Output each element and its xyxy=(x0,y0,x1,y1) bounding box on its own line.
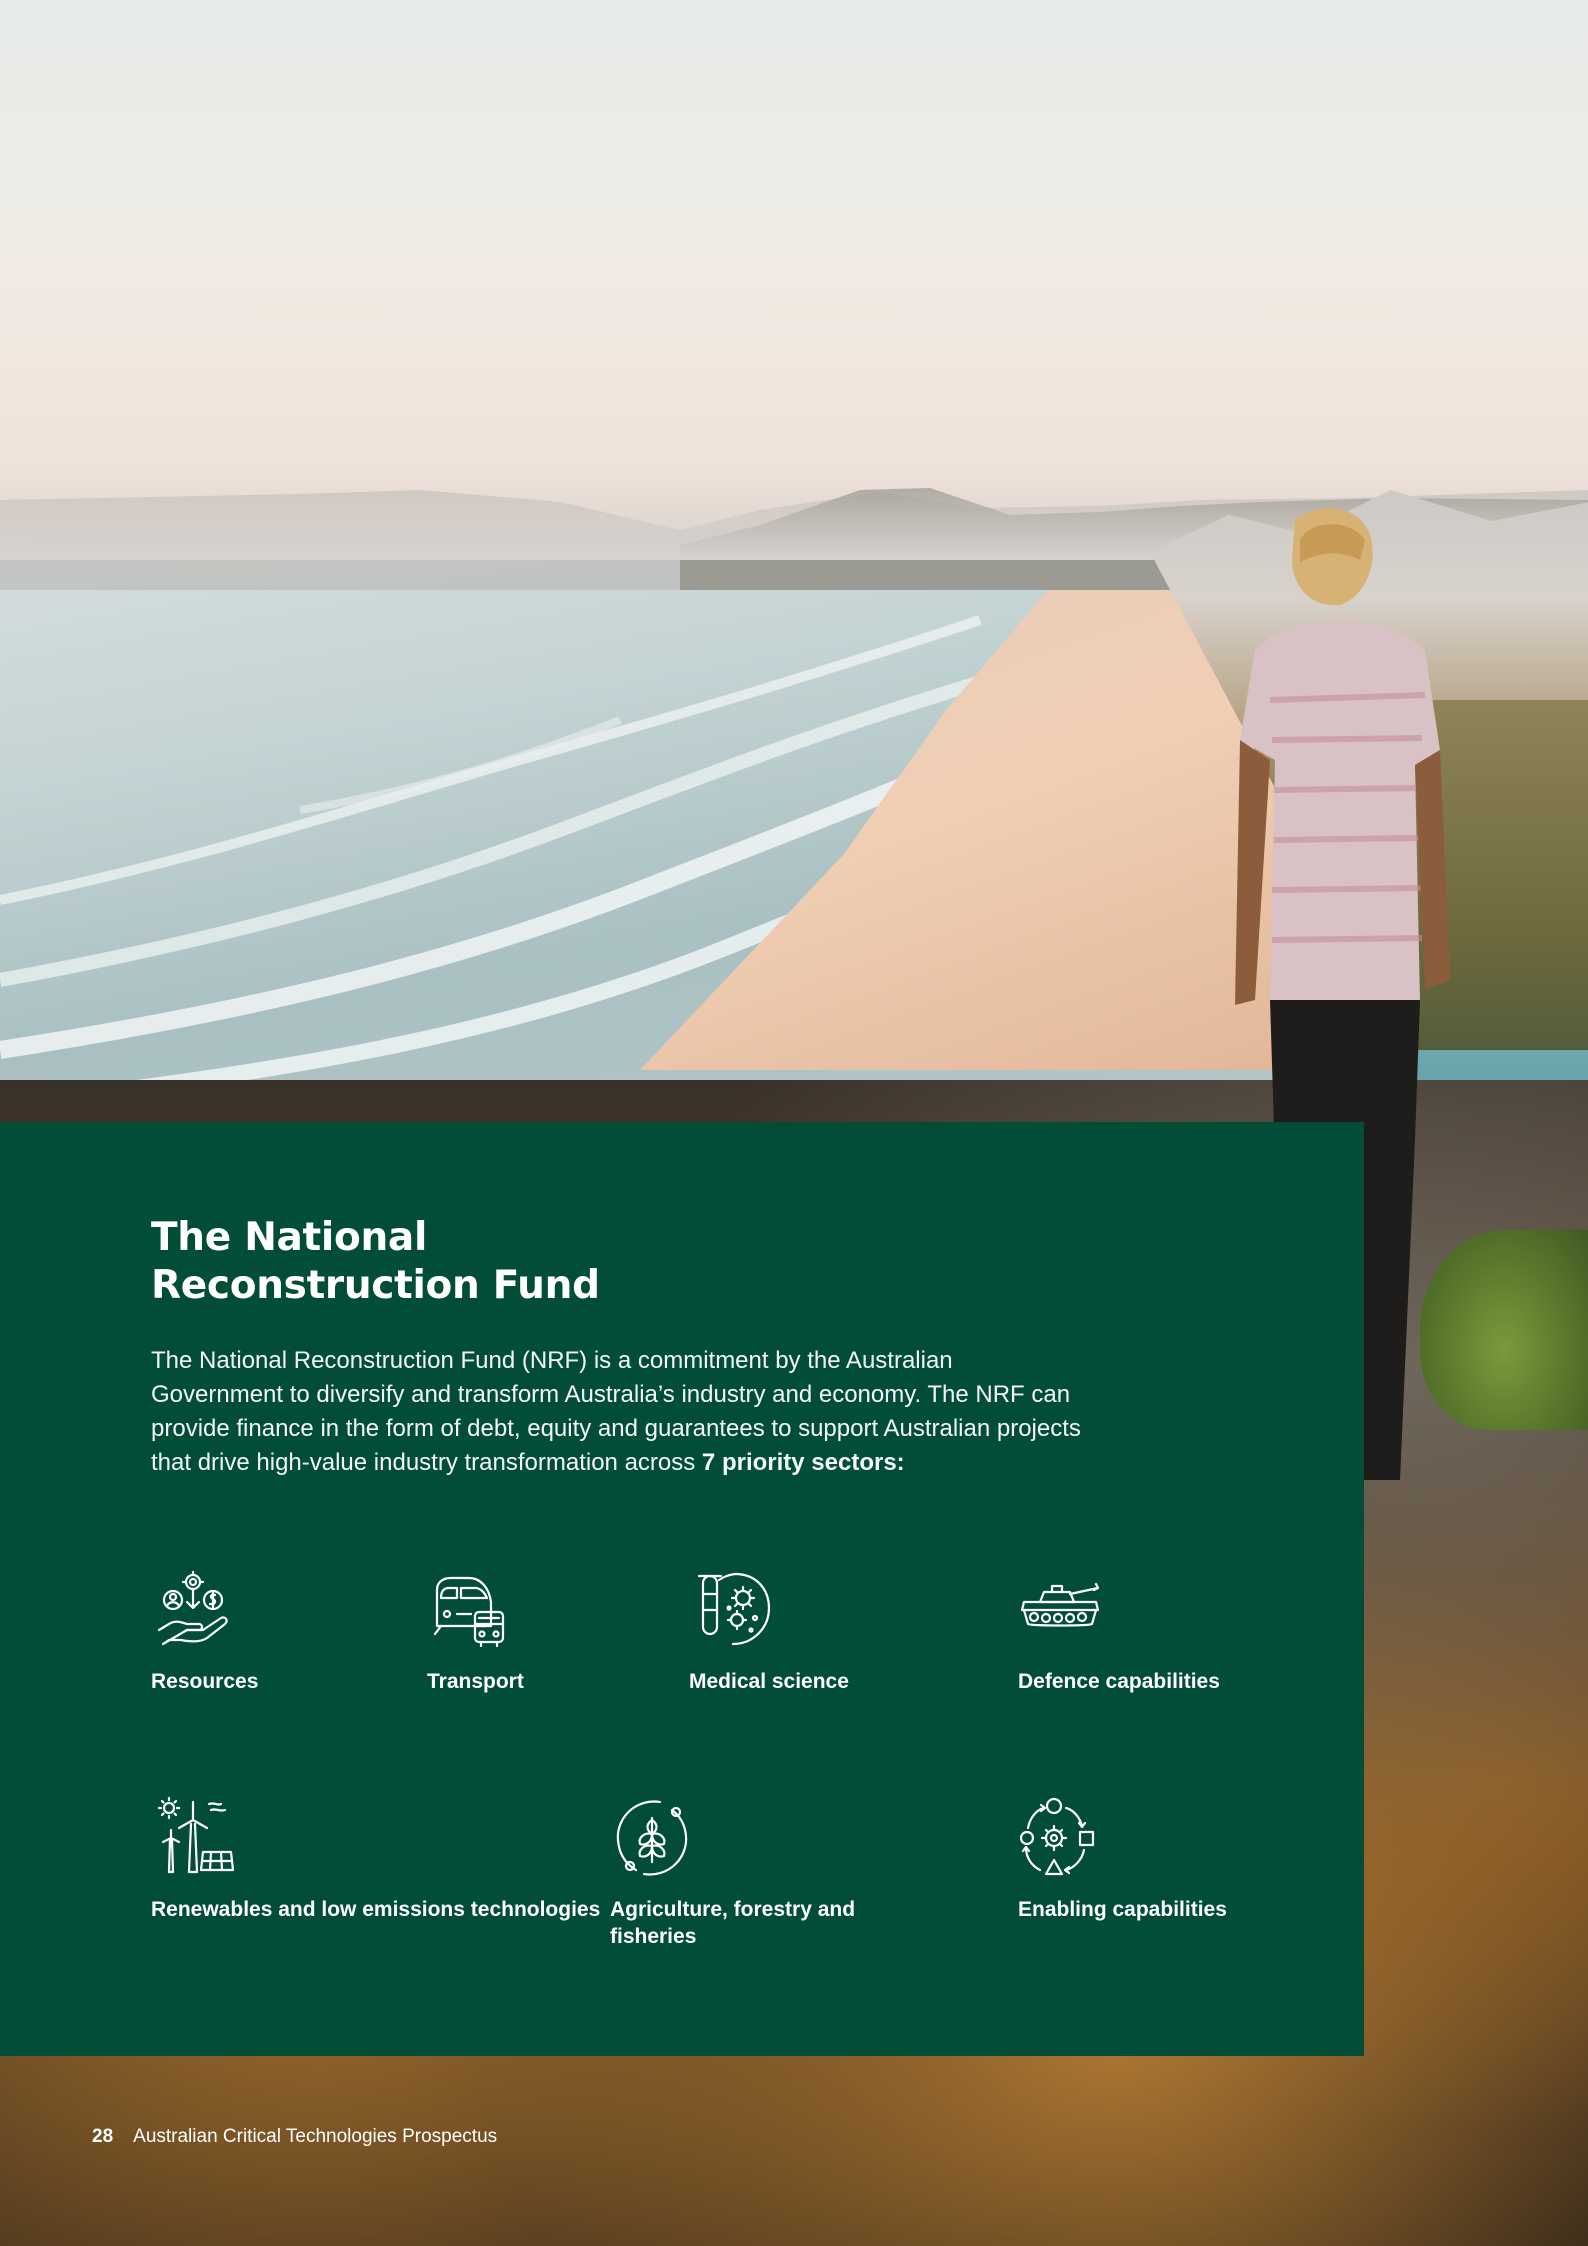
sector-defence: Defence capabilities xyxy=(1018,1568,1220,1695)
nrf-panel: The National Reconstruction Fund The Nat… xyxy=(0,1122,1364,2056)
train-bus-icon xyxy=(427,1568,511,1652)
title-line-1: The National xyxy=(151,1215,428,1260)
panel-title: The National Reconstruction Fund xyxy=(151,1214,851,1310)
sector-resources: Resources xyxy=(151,1568,258,1695)
page-number: 28 xyxy=(92,2126,114,2147)
intro-text: The National Reconstruction Fund (NRF) i… xyxy=(151,1347,1081,1476)
gear-shapes-icon xyxy=(1018,1796,1102,1880)
sector-transport: Transport xyxy=(427,1568,524,1695)
virus-testtube-icon xyxy=(689,1568,773,1652)
sector-label: Resources xyxy=(151,1670,259,1693)
sector-label: Transport xyxy=(427,1670,524,1693)
sector-enabling: Enabling capabilities xyxy=(1018,1796,1227,1923)
sector-agriculture: Agriculture, forestry and fisheries xyxy=(610,1796,930,1950)
wind-solar-icon xyxy=(151,1796,235,1880)
intro-emphasis: 7 priority sectors: xyxy=(701,1449,905,1476)
sector-label: Enabling capabilities xyxy=(1018,1898,1227,1921)
wheat-cycle-icon xyxy=(610,1796,694,1880)
tank-icon xyxy=(1018,1568,1102,1652)
publication-title: Australian Critical Technologies Prospec… xyxy=(133,2126,498,2147)
sector-label: Defence capabilities xyxy=(1018,1670,1220,1693)
resources-hand-icon xyxy=(151,1568,235,1652)
sector-label: Renewables and low emissions technologie… xyxy=(151,1898,601,1921)
title-line-2: Reconstruction Fund xyxy=(151,1263,600,1308)
sector-label: Medical science xyxy=(689,1670,849,1693)
page-footer: 28 Australian Critical Technologies Prosp… xyxy=(92,2126,497,2148)
sector-medical-science: Medical science xyxy=(689,1568,849,1695)
intro-paragraph: The National Reconstruction Fund (NRF) i… xyxy=(151,1344,1091,1480)
sector-label: Agriculture, forestry and fisheries xyxy=(610,1898,856,1948)
sector-renewables: Renewables and low emissions technologie… xyxy=(151,1796,600,1923)
